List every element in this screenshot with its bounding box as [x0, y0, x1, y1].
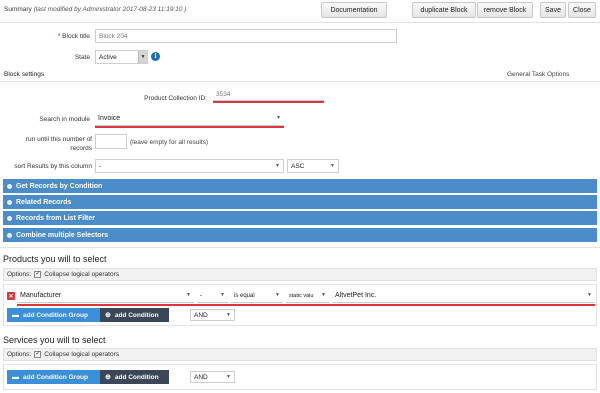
add-group-label: add Condition Group — [23, 311, 88, 319]
chevron-down-icon: ▼ — [276, 115, 281, 121]
circle-icon — [7, 199, 12, 205]
panel-get-records-by-condition[interactable]: Get Records by Condition — [3, 179, 597, 193]
documentation-button[interactable]: Documentation — [321, 2, 387, 18]
remove-block-button[interactable]: remove Block — [477, 2, 533, 18]
panel-label: Combine multiple Selectors — [16, 231, 109, 239]
condition-modifier-select[interactable]: - ▼ — [197, 289, 228, 303]
condition-operator-value: is equal — [234, 292, 255, 299]
chevron-down-icon: ▼ — [275, 163, 280, 169]
chevron-down-icon: ▼ — [226, 374, 231, 380]
sort-direction-select[interactable]: ASC ▼ — [287, 159, 339, 173]
search-module-select[interactable]: Invoice ▼ — [95, 112, 284, 126]
panel-label: Records from List Filter — [16, 214, 95, 222]
delete-condition-icon[interactable]: ✕ — [7, 292, 15, 300]
summary-header: Summary (last modified by Administrator … — [4, 6, 186, 13]
condition-field-value: Manufacturer — [20, 292, 62, 299]
panel-records-from-list-filter[interactable]: Records from List Filter — [3, 211, 597, 225]
condition-underline — [17, 304, 595, 306]
chevron-down-icon: ▼ — [587, 292, 592, 298]
run-until-label: run until this number of records — [25, 136, 92, 152]
sort-results-label: sort Results by this column — [14, 163, 92, 170]
sort-column-select[interactable]: - ▼ — [95, 159, 284, 173]
folder-icon: ▬ — [12, 373, 19, 381]
services-section-title: Services you will to select — [3, 335, 106, 345]
product-collection-underline — [213, 101, 324, 103]
search-module-label: Search in module — [39, 116, 90, 123]
add-condition-group-button[interactable]: ▬ add Condition Group — [7, 370, 100, 384]
chevron-down-icon: ▼ — [275, 292, 280, 298]
condition-value: AltvetPet Inc. — [335, 292, 377, 299]
sort-direction-value: ASC — [291, 162, 305, 170]
panel-related-records[interactable]: Related Records — [3, 195, 597, 209]
products-options-bar: Options: ✓ Collapse logical operators — [3, 268, 597, 281]
collapse-operators-label: Collapse logical operators — [44, 351, 120, 358]
condition-modifier-value: - — [200, 292, 203, 299]
join-operator-select[interactable]: AND ▼ — [190, 371, 235, 383]
summary-meta: (last modified by Administrator 2017-08-… — [33, 6, 187, 13]
duplicate-block-button[interactable]: duplicate Block — [412, 2, 476, 18]
services-options-bar: Options: ✓ Collapse logical operators — [3, 348, 597, 361]
settings-divider — [0, 81, 600, 82]
circle-icon — [7, 232, 12, 238]
plus-circle-icon: ⊕ — [105, 374, 111, 381]
panel-label: Related Records — [16, 198, 72, 206]
join-operator-value: AND — [194, 311, 208, 319]
chevron-down-icon: ▼ — [138, 51, 147, 63]
add-condition-button[interactable]: ⊕ add Condition — [100, 370, 169, 384]
chevron-down-icon: ▼ — [186, 292, 191, 298]
sort-column-value: - — [99, 162, 102, 170]
save-button[interactable]: Save — [540, 2, 566, 18]
general-task-options-link[interactable]: General Task Options — [507, 71, 569, 78]
close-button[interactable]: Close — [568, 2, 596, 18]
state-value: Active — [99, 53, 117, 61]
panel-label: Get Records by Condition — [16, 182, 103, 190]
info-icon[interactable]: i — [151, 52, 160, 61]
panels-divider — [0, 247, 600, 248]
condition-field-select[interactable]: Manufacturer ▼ — [17, 289, 194, 303]
state-select[interactable]: Active ▼ — [95, 50, 148, 64]
circle-icon — [7, 183, 12, 189]
run-until-hint: (leave empty for all results) — [130, 139, 209, 146]
search-module-value: Invoice — [98, 115, 121, 122]
plus-circle-icon: ⊕ — [105, 312, 111, 319]
toolbar-divider — [0, 22, 600, 23]
chevron-down-icon: ▼ — [220, 292, 225, 298]
condition-value-type: static valu — [289, 292, 314, 299]
add-condition-label: add Condition — [114, 373, 159, 381]
block-title-label: * Block title — [57, 33, 90, 40]
add-group-label: add Condition Group — [23, 373, 88, 381]
block-title-input[interactable]: Block 204 — [95, 29, 397, 43]
join-operator-select[interactable]: AND ▼ — [190, 309, 235, 321]
chevron-down-icon: ▼ — [226, 312, 231, 318]
panel-combine-multiple-selectors[interactable]: Combine multiple Selectors — [3, 228, 597, 242]
product-collection-label: Product Collection ID: — [144, 95, 207, 102]
collapse-operators-checkbox[interactable]: ✓ — [34, 271, 42, 278]
products-section-title: Products you will to select — [3, 254, 107, 264]
collapse-operators-checkbox[interactable]: ✓ — [34, 351, 42, 358]
options-label: Options: — [7, 271, 32, 278]
condition-value-type-select[interactable]: static valu ▼ — [286, 289, 329, 303]
add-condition-button[interactable]: ⊕ add Condition — [100, 308, 169, 322]
add-condition-label: add Condition — [114, 311, 159, 319]
run-until-input[interactable] — [95, 134, 127, 149]
summary-label: Summary — [4, 6, 32, 13]
condition-operator-select[interactable]: is equal ▼ — [231, 289, 283, 303]
state-label: State — [74, 54, 90, 61]
collapse-operators-label: Collapse logical operators — [44, 271, 120, 278]
join-operator-value: AND — [194, 373, 208, 381]
folder-icon: ▬ — [12, 311, 19, 319]
add-condition-group-button[interactable]: ▬ add Condition Group — [7, 308, 100, 322]
condition-value-select[interactable]: AltvetPet Inc. ▼ — [332, 289, 595, 303]
block-settings-heading: Block settings — [4, 71, 45, 78]
options-label: Options: — [7, 351, 32, 358]
product-collection-input[interactable]: 3534 — [213, 88, 324, 101]
chevron-down-icon: ▼ — [330, 163, 335, 169]
chevron-down-icon: ▼ — [321, 292, 326, 298]
circle-icon — [7, 215, 12, 221]
search-module-underline — [95, 126, 284, 128]
